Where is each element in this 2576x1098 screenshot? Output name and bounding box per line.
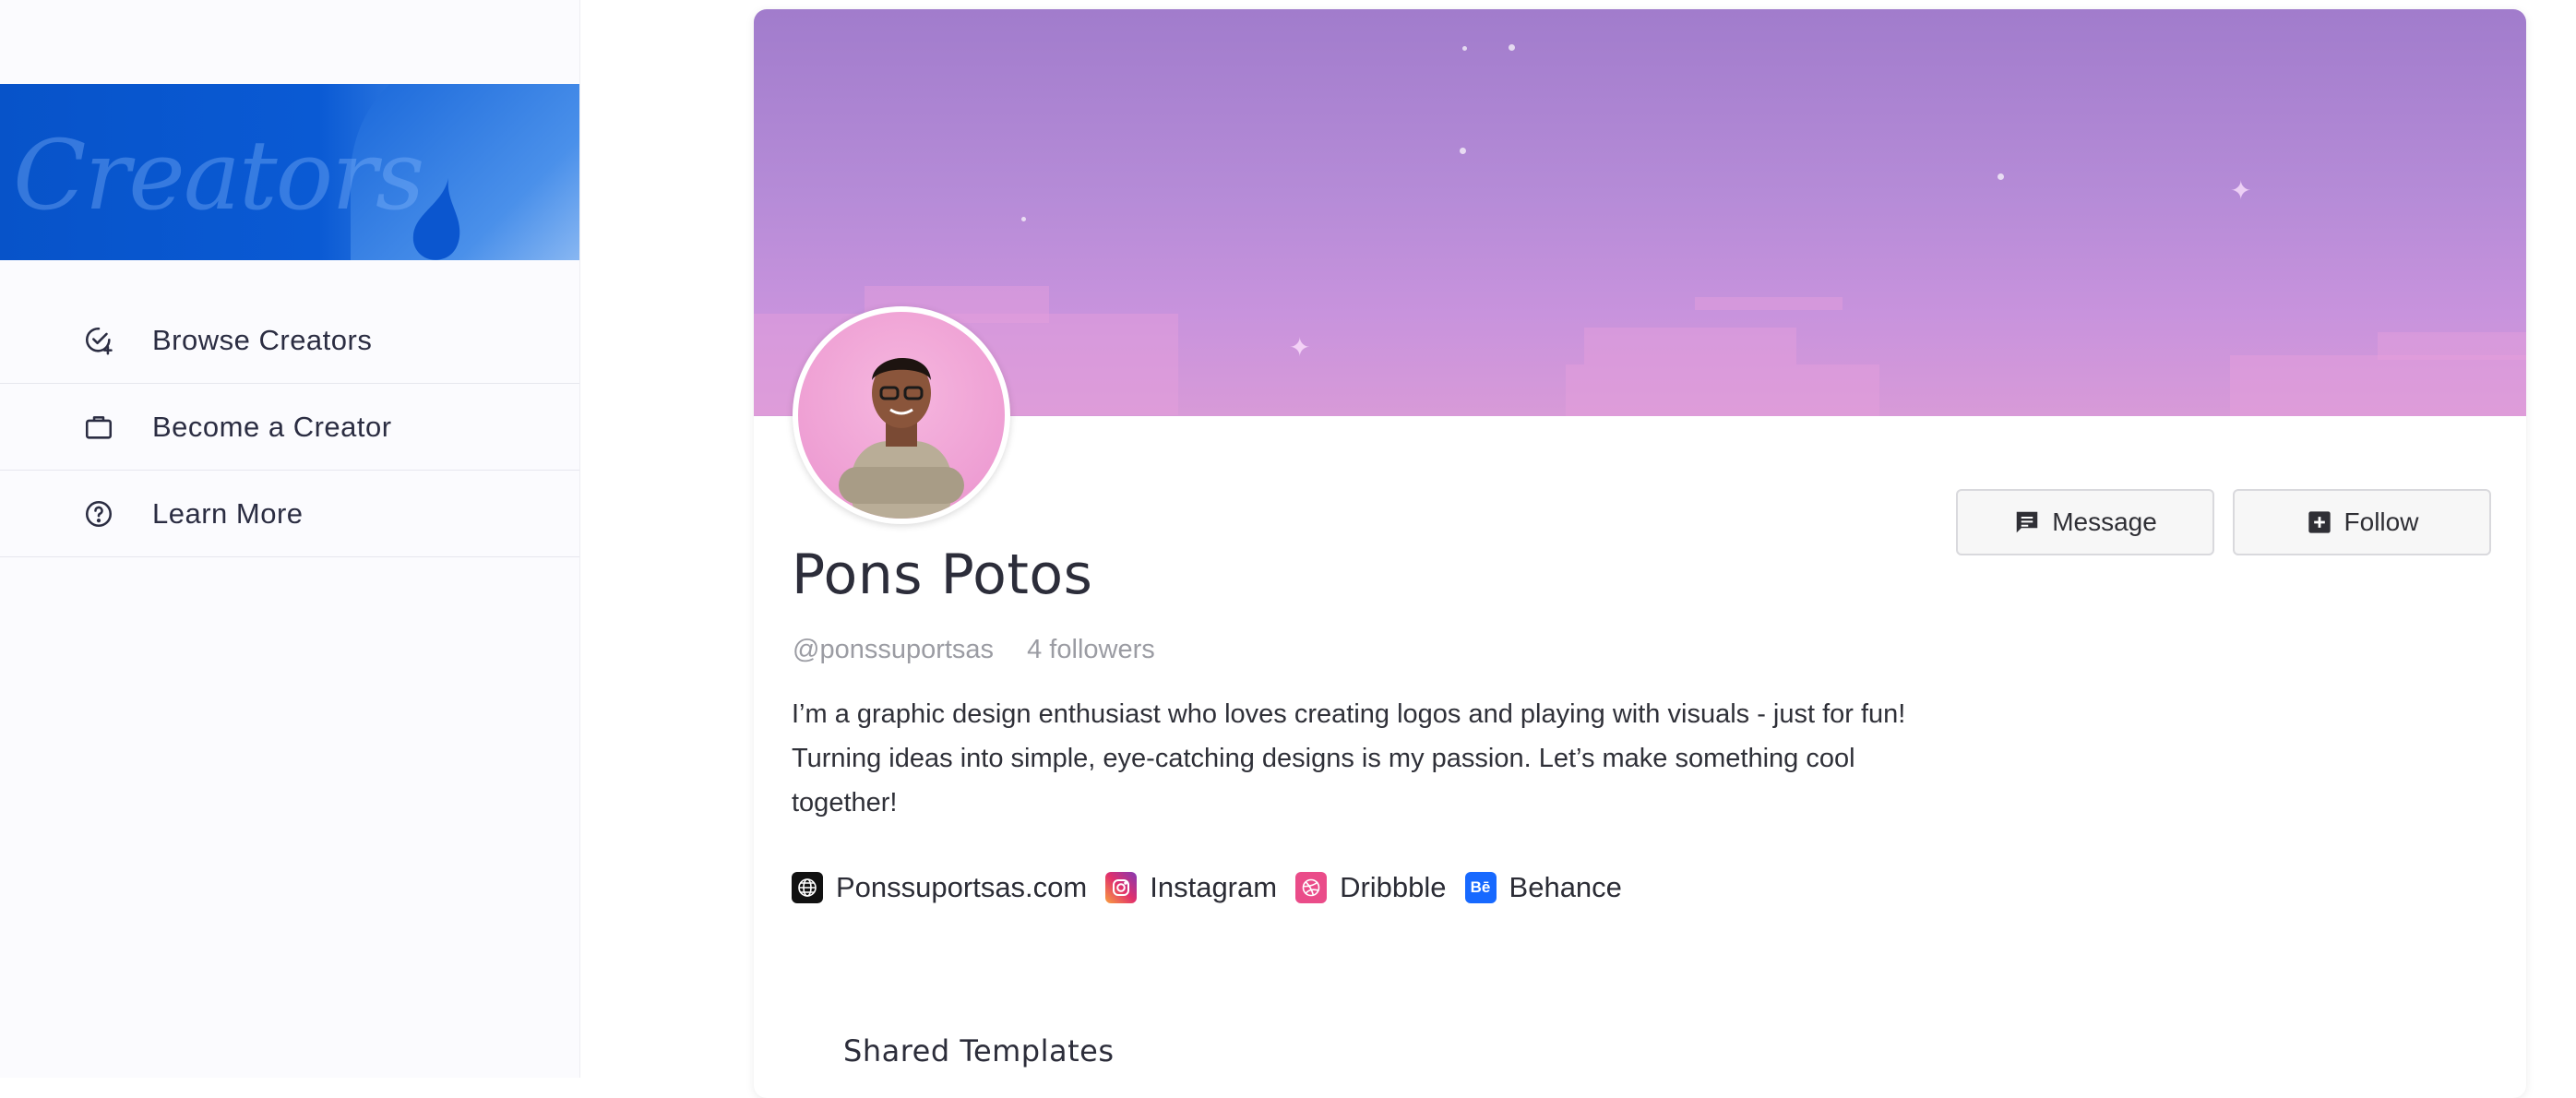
plus-square-icon	[2306, 508, 2333, 536]
follow-label: Follow	[2343, 507, 2419, 536]
briefcase-icon	[81, 410, 116, 445]
sidebar-item-label: Become a Creator	[152, 410, 392, 443]
cover-image: ✦ ✦	[754, 9, 2526, 416]
link-label: Instagram	[1150, 871, 1278, 903]
star	[1509, 44, 1515, 51]
cloud	[1566, 364, 1879, 416]
banner-text: Creators	[13, 119, 424, 232]
link-website[interactable]: Ponssuportsas.com	[792, 871, 1087, 904]
chat-icon	[2013, 508, 2041, 536]
shared-templates-heading: Shared Templates	[843, 1033, 1115, 1068]
link-label: Behance	[1509, 871, 1622, 903]
link-instagram[interactable]: Instagram	[1105, 871, 1277, 904]
star	[1021, 217, 1026, 221]
sparkle: ✦	[2230, 175, 2252, 206]
sidebar-item-become-creator[interactable]: Become a Creator	[0, 384, 579, 471]
sidebar-item-label: Browse Creators	[152, 323, 373, 356]
profile-name: Pons Potos	[792, 543, 1093, 607]
cloud	[2378, 332, 2526, 360]
sidebar-nav: Browse Creators Become a Creator Learn M…	[0, 297, 579, 557]
followers-count[interactable]: 4 followers	[1027, 635, 1155, 664]
link-dribbble[interactable]: Dribbble	[1295, 871, 1447, 904]
link-label: Ponssuportsas.com	[836, 871, 1088, 903]
star	[1998, 173, 2004, 180]
message-label: Message	[2052, 507, 2157, 536]
star	[1462, 46, 1467, 51]
instagram-icon	[1105, 872, 1138, 903]
profile-bio: I’m a graphic design enthusiast who love…	[792, 699, 1906, 818]
check-badge-icon	[81, 323, 116, 358]
sparkle: ✦	[1289, 332, 1311, 363]
profile-meta: @ponssuportsas 4 followers	[793, 635, 1181, 665]
social-links: Ponssuportsas.com Instagram Dribbble Bē …	[792, 871, 1640, 904]
cloud	[2230, 355, 2526, 416]
help-circle-icon	[81, 496, 116, 531]
avatar-photo	[798, 312, 1005, 519]
sidebar-item-browse-creators[interactable]: Browse Creators	[0, 297, 579, 384]
profile-card: ✦ ✦ Message Follow Pons Potos @ponssupor…	[754, 9, 2526, 1098]
dribbble-icon	[1295, 872, 1328, 903]
globe-icon	[792, 872, 823, 903]
creators-banner: Creators	[0, 84, 579, 260]
profile-handle: @ponssuportsas	[793, 635, 995, 664]
link-label: Dribbble	[1340, 871, 1447, 903]
drop-icon	[412, 178, 460, 260]
link-behance[interactable]: Bē Behance	[1464, 871, 1622, 904]
follow-button[interactable]: Follow	[2233, 489, 2491, 555]
cloud	[1584, 328, 1796, 364]
star	[1460, 148, 1466, 154]
message-button[interactable]: Message	[1956, 489, 2214, 555]
sidebar-item-learn-more[interactable]: Learn More	[0, 471, 579, 557]
sidebar-item-label: Learn More	[152, 496, 304, 530]
sidebar: Creators Browse Creators Become a Creato…	[0, 0, 580, 1078]
cloud	[1695, 297, 1843, 310]
behance-icon: Bē	[1464, 872, 1497, 903]
avatar[interactable]	[793, 306, 1010, 524]
